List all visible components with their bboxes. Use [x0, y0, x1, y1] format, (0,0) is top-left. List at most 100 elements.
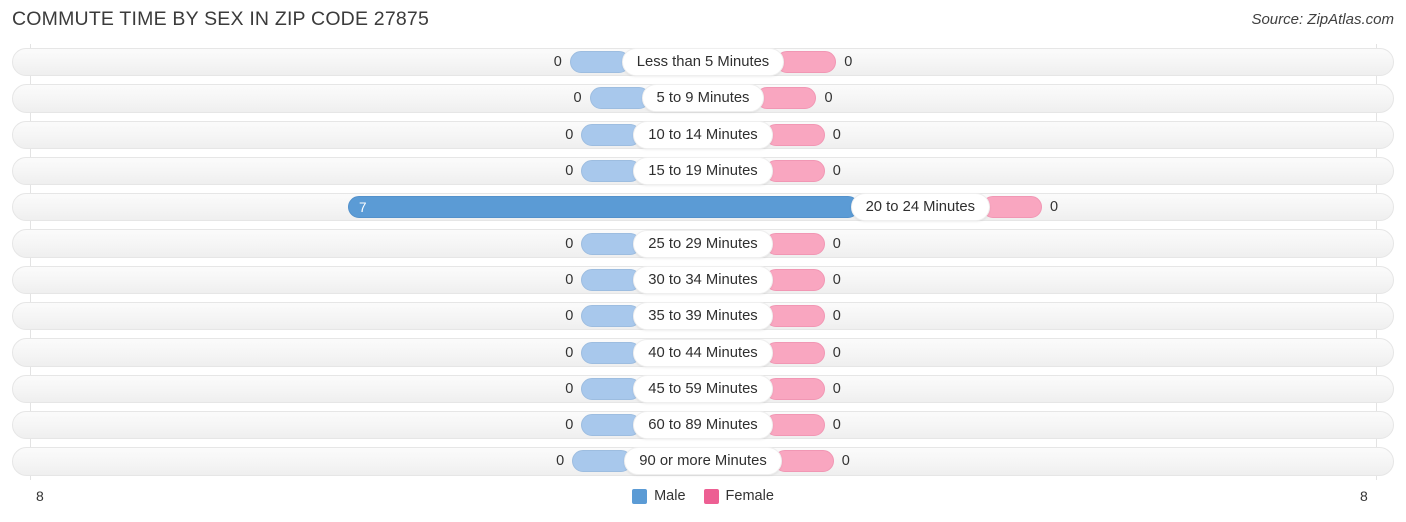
category-label: 35 to 39 Minutes — [633, 302, 773, 331]
female-side: 0 — [756, 87, 833, 110]
male-side: 0 — [565, 305, 642, 328]
female-side: 0 — [764, 160, 841, 183]
female-value: 0 — [832, 380, 841, 397]
male-value: 0 — [556, 453, 565, 470]
male-value: 0 — [565, 235, 574, 252]
table-row[interactable]: 0 Less than 5 Minutes 0 — [0, 44, 1406, 80]
table-row[interactable]: 0 25 to 29 Minutes 0 — [0, 225, 1406, 261]
female-side: 0 — [764, 123, 841, 146]
table-row[interactable]: 0 90 or more Minutes 0 — [0, 443, 1406, 479]
female-value: 0 — [824, 90, 833, 107]
table-row[interactable]: 0 45 to 59 Minutes 0 — [0, 371, 1406, 407]
male-bar[interactable] — [581, 232, 642, 255]
male-value: 0 — [565, 271, 574, 288]
male-value: 0 — [565, 126, 574, 143]
male-bar[interactable] — [589, 87, 650, 110]
female-bar[interactable] — [764, 341, 825, 364]
male-bar[interactable] — [581, 160, 642, 183]
category-label: 20 to 24 Minutes — [850, 193, 990, 222]
page-title: COMMUTE TIME BY SEX IN ZIP CODE 27875 — [12, 8, 430, 30]
female-value: 0 — [1049, 199, 1059, 216]
row-bars: 0 45 to 59 Minutes 0 — [0, 371, 1406, 407]
legend-label: Female — [725, 488, 774, 504]
female-bar[interactable] — [764, 377, 825, 400]
chart-footer: 8 8 Male Female — [0, 480, 1406, 522]
category-label: 40 to 44 Minutes — [633, 338, 773, 367]
chart-legend: Male Female — [0, 488, 1406, 504]
row-bars: 0 60 to 89 Minutes 0 — [0, 407, 1406, 443]
female-side: 0 — [764, 414, 841, 437]
square-swatch-icon — [703, 488, 719, 504]
female-value: 0 — [832, 344, 841, 361]
male-side: 7 — [347, 196, 859, 219]
table-row[interactable]: 0 35 to 39 Minutes 0 — [0, 298, 1406, 334]
female-bar[interactable] — [764, 305, 825, 328]
male-value: 0 — [553, 54, 562, 71]
male-bar[interactable]: 7 — [347, 196, 859, 219]
table-row[interactable]: 0 40 to 44 Minutes 0 — [0, 334, 1406, 370]
male-side: 0 — [565, 123, 642, 146]
table-row[interactable]: 0 15 to 19 Minutes 0 — [0, 153, 1406, 189]
male-side: 0 — [565, 232, 642, 255]
female-bar[interactable] — [764, 123, 825, 146]
female-value: 0 — [832, 417, 841, 434]
legend-item[interactable]: Female — [703, 488, 774, 504]
chart-header: COMMUTE TIME BY SEX IN ZIP CODE 27875 So… — [0, 0, 1406, 42]
male-bar[interactable] — [581, 414, 642, 437]
female-value: 0 — [841, 453, 850, 470]
row-bars: 7 20 to 24 Minutes 0 — [0, 189, 1406, 225]
female-side: 0 — [764, 268, 841, 291]
female-bar[interactable] — [764, 160, 825, 183]
category-label: 90 or more Minutes — [624, 447, 782, 476]
male-bar[interactable] — [572, 450, 633, 473]
male-bar[interactable] — [581, 123, 642, 146]
female-bar[interactable] — [776, 51, 837, 74]
row-bars: 0 10 to 14 Minutes 0 — [0, 117, 1406, 153]
category-label: 15 to 19 Minutes — [633, 157, 773, 186]
category-label: 5 to 9 Minutes — [641, 84, 765, 113]
female-bar[interactable] — [764, 268, 825, 291]
female-value: 0 — [832, 126, 841, 143]
row-bars: 0 Less than 5 Minutes 0 — [0, 44, 1406, 80]
row-bars: 0 5 to 9 Minutes 0 — [0, 80, 1406, 116]
female-bar[interactable] — [773, 450, 834, 473]
female-value: 0 — [832, 163, 841, 180]
male-bar[interactable] — [569, 51, 630, 74]
category-label: 45 to 59 Minutes — [633, 374, 773, 403]
row-bars: 0 90 or more Minutes 0 — [0, 443, 1406, 479]
male-side: 0 — [565, 414, 642, 437]
male-bar[interactable] — [581, 377, 642, 400]
male-side: 0 — [565, 160, 642, 183]
male-side: 0 — [565, 268, 642, 291]
female-side: 0 — [764, 232, 841, 255]
category-label: 30 to 34 Minutes — [633, 265, 773, 294]
category-label: Less than 5 Minutes — [621, 48, 785, 77]
male-bar[interactable] — [581, 268, 642, 291]
female-bar[interactable] — [764, 414, 825, 437]
row-bars: 0 30 to 34 Minutes 0 — [0, 262, 1406, 298]
row-bars: 0 35 to 39 Minutes 0 — [0, 298, 1406, 334]
male-value: 0 — [565, 308, 574, 325]
female-value: 0 — [832, 235, 841, 252]
row-bars: 0 25 to 29 Minutes 0 — [0, 225, 1406, 261]
row-bars: 0 15 to 19 Minutes 0 — [0, 153, 1406, 189]
chart-plot-area: 0 Less than 5 Minutes 0 0 5 to 9 Minutes 0 0 10… — [0, 44, 1406, 480]
female-bar[interactable] — [764, 232, 825, 255]
male-side: 0 — [573, 87, 650, 110]
table-row[interactable]: 0 30 to 34 Minutes 0 — [0, 262, 1406, 298]
category-label: 60 to 89 Minutes — [633, 411, 773, 440]
male-bar[interactable] — [581, 305, 642, 328]
female-side: 0 — [776, 51, 852, 74]
table-row[interactable]: 0 60 to 89 Minutes 0 — [0, 407, 1406, 443]
table-row[interactable]: 0 10 to 14 Minutes 0 — [0, 117, 1406, 153]
female-value: 0 — [832, 308, 841, 325]
legend-item[interactable]: Male — [632, 488, 686, 504]
table-row[interactable]: 7 20 to 24 Minutes 0 — [0, 189, 1406, 225]
male-value: 0 — [573, 90, 582, 107]
female-bar[interactable] — [756, 87, 817, 110]
male-bar[interactable] — [581, 341, 642, 364]
female-side: 0 — [764, 377, 841, 400]
table-row[interactable]: 0 5 to 9 Minutes 0 — [0, 80, 1406, 116]
female-bar[interactable] — [981, 196, 1042, 219]
male-value: 0 — [565, 417, 574, 434]
